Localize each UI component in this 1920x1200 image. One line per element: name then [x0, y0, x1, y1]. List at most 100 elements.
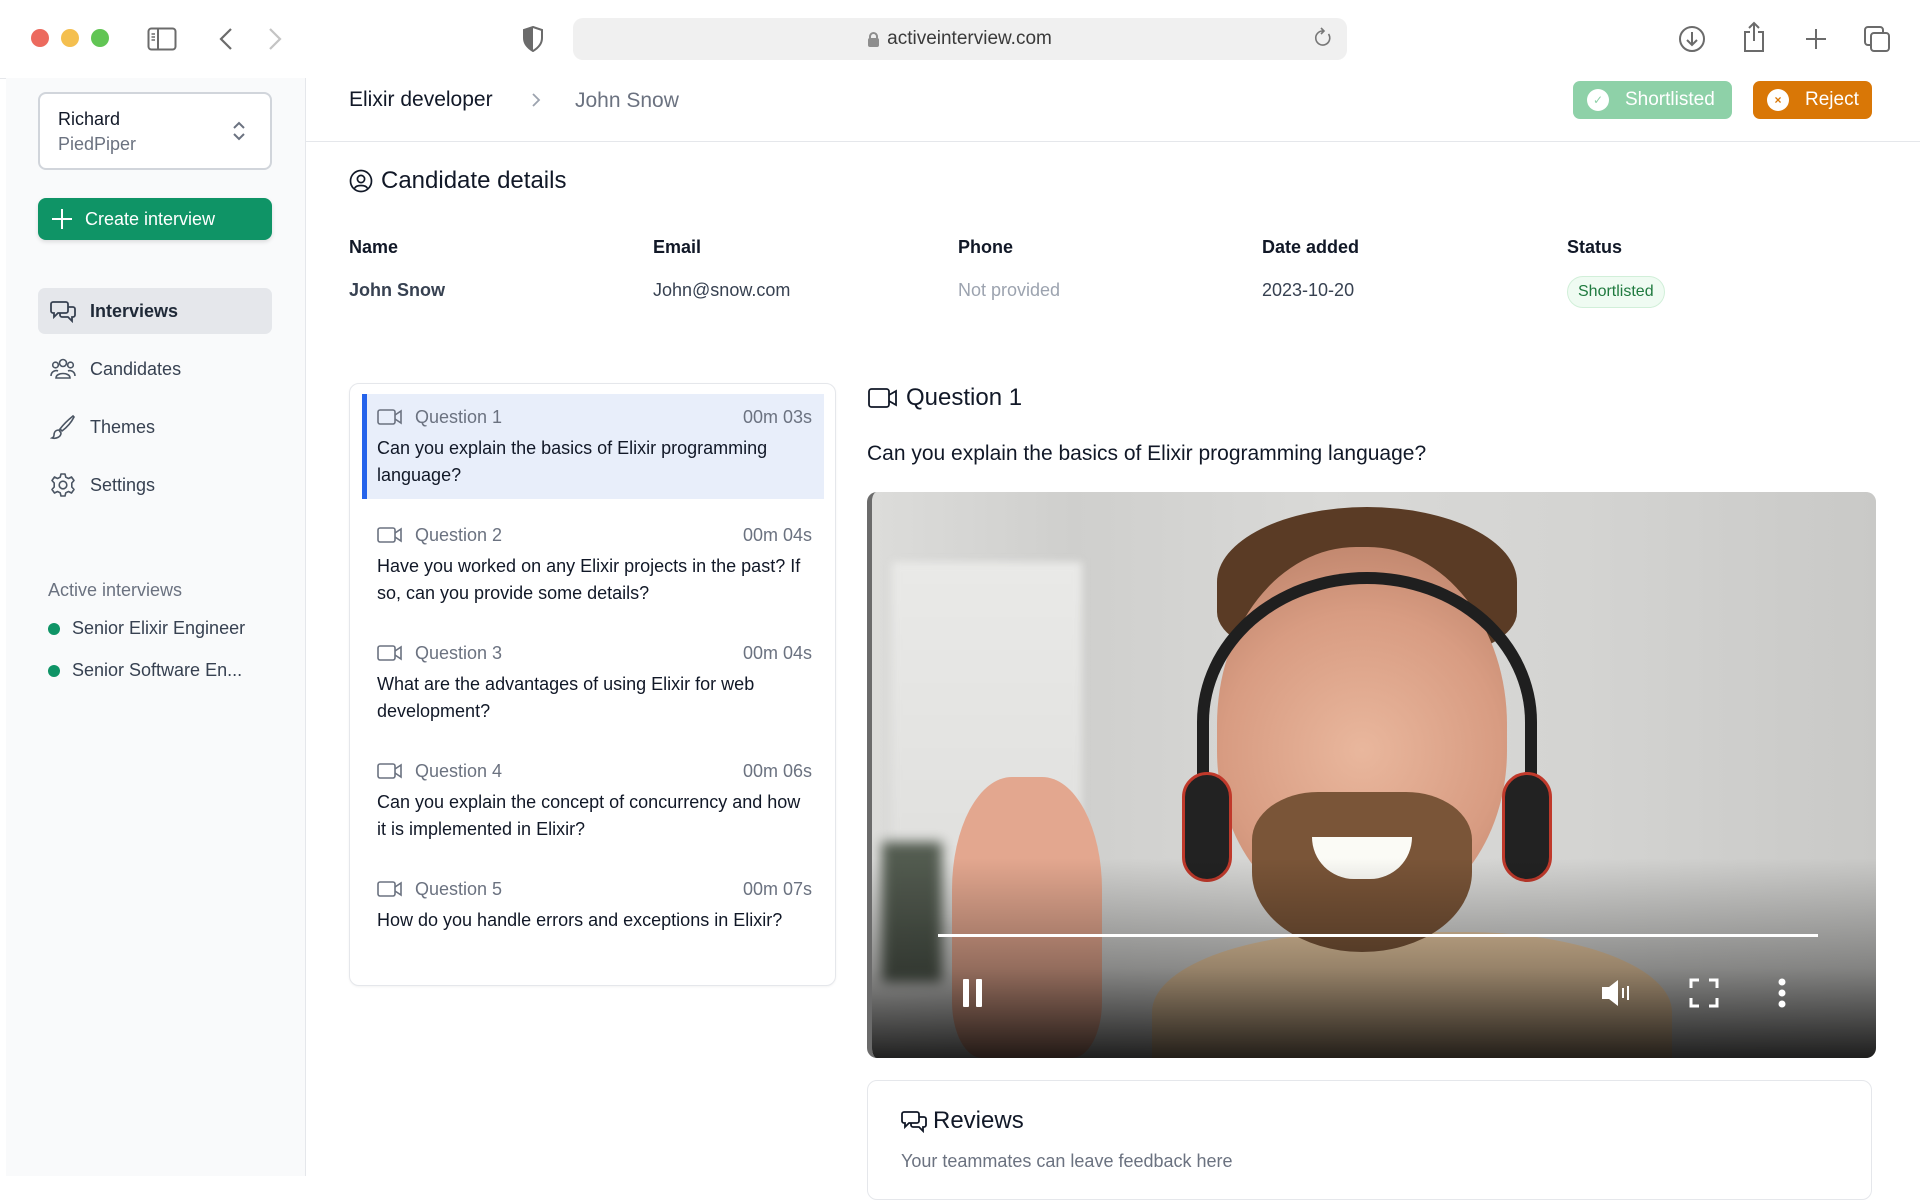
close-window-button[interactable]	[31, 29, 49, 47]
question-label: Question 1	[415, 406, 503, 427]
create-interview-button[interactable]: Create interview	[38, 198, 272, 240]
users-icon	[50, 356, 76, 382]
video-progress-fill	[938, 934, 1818, 937]
back-icon[interactable]	[214, 26, 238, 52]
question-detail-title: Question 1	[906, 384, 1023, 411]
active-interviews-heading: Active interviews	[48, 580, 183, 600]
column-header-phone: Phone	[958, 237, 1014, 257]
status-badge: Shortlisted	[1567, 276, 1665, 308]
pause-icon[interactable]	[958, 976, 988, 1010]
org-company-name: PiedPiper	[58, 134, 137, 154]
sidebar-item-themes[interactable]: Themes	[38, 404, 272, 450]
question-text: Can you explain the concept of concurren…	[377, 792, 801, 839]
status-dot	[48, 622, 60, 635]
more-options-icon[interactable]	[1772, 976, 1792, 1010]
video-subject-headset	[1197, 572, 1537, 872]
tab-overview-icon[interactable]	[1862, 24, 1892, 54]
reject-button[interactable]: × Reject	[1753, 81, 1872, 119]
question-list-item[interactable]: Question 4 00m 06s Can you explain the c…	[362, 748, 824, 853]
candidate-email: John@snow.com	[653, 280, 791, 300]
video-camera-icon	[868, 387, 898, 409]
share-icon[interactable]	[1741, 20, 1767, 54]
active-interview-label: Senior Elixir Engineer	[72, 618, 246, 638]
video-progress-bar[interactable]	[938, 934, 1818, 937]
sidebar-item-label: Settings	[90, 474, 156, 495]
video-camera-icon	[377, 880, 403, 898]
question-list-item[interactable]: Question 1 00m 03s Can you explain the b…	[362, 394, 824, 499]
reload-icon[interactable]	[1313, 27, 1333, 55]
user-circle-icon	[349, 169, 373, 193]
address-bar[interactable]: activeinterview.com	[573, 18, 1347, 60]
question-text: What are the advantages of using Elixir …	[377, 674, 755, 721]
zoom-window-button[interactable]	[91, 29, 109, 47]
question-detail-heading: Question 1	[868, 384, 1022, 412]
video-camera-icon	[377, 762, 403, 780]
sidebar-item-label: Interviews	[90, 300, 179, 321]
lock-icon	[868, 31, 880, 47]
chat-bubbles-icon	[901, 1109, 927, 1133]
candidate-details-title: Candidate details	[381, 167, 567, 194]
reviews-title: Reviews	[933, 1107, 1024, 1134]
chat-bubbles-icon	[50, 298, 76, 324]
candidate-phone: Not provided	[958, 280, 1061, 300]
sidebar-item-label: Candidates	[90, 358, 182, 379]
minimize-window-button[interactable]	[61, 29, 79, 47]
question-list-item[interactable]: Question 3 00m 04s What are the advantag…	[362, 630, 824, 735]
fullscreen-icon[interactable]	[1687, 976, 1721, 1010]
privacy-shield-icon[interactable]	[520, 25, 546, 53]
video-camera-icon	[377, 644, 403, 662]
active-interview-item[interactable]: Senior Elixir Engineer	[48, 618, 245, 639]
reviews-card: Reviews Your teammates can leave feedbac…	[867, 1080, 1872, 1200]
plus-icon	[52, 209, 72, 229]
question-duration: 00m 06s	[742, 760, 812, 781]
question-label: Question 5	[415, 878, 503, 899]
candidate-name: John Snow	[349, 280, 445, 300]
x-circle-icon: ×	[1767, 89, 1789, 111]
question-text: Can you explain the basics of Elixir pro…	[377, 438, 768, 485]
active-interview-item[interactable]: Senior Software En...	[48, 660, 242, 681]
video-controls-gradient	[872, 858, 1876, 1058]
question-label: Question 2	[415, 524, 503, 545]
volume-icon[interactable]	[1599, 976, 1639, 1010]
org-switcher[interactable]: Richard PiedPiper	[38, 92, 272, 170]
chevron-up-down-icon	[232, 120, 246, 147]
question-text: How do you handle errors and exceptions …	[377, 910, 783, 930]
candidate-details-heading: Candidate details	[349, 167, 566, 195]
video-camera-icon	[377, 526, 403, 544]
column-header-date-added: Date added	[1262, 237, 1360, 257]
sidebar-toggle-icon[interactable]	[146, 26, 178, 52]
new-tab-icon[interactable]	[1803, 26, 1829, 52]
question-list-item[interactable]: Question 5 00m 07s How do you handle err…	[362, 866, 824, 944]
download-icon[interactable]	[1677, 24, 1707, 54]
gear-icon	[50, 472, 76, 498]
check-circle-icon: ✓	[1587, 89, 1609, 111]
breadcrumb-candidate: John Snow	[575, 89, 679, 112]
reviews-heading: Reviews	[901, 1107, 1024, 1135]
question-duration: 00m 04s	[742, 524, 812, 545]
chevron-right-icon	[530, 90, 542, 115]
column-header-status: Status	[1567, 237, 1623, 257]
forward-icon[interactable]	[263, 26, 287, 52]
active-interview-label: Senior Software En...	[72, 660, 243, 680]
create-interview-label: Create interview	[85, 208, 216, 229]
paintbrush-icon	[50, 414, 76, 440]
sidebar-item-settings[interactable]: Settings	[38, 462, 272, 508]
sidebar-item-label: Themes	[90, 416, 156, 437]
column-header-name: Name	[349, 237, 399, 257]
url-text: activeinterview.com	[887, 28, 1052, 49]
header-divider	[306, 141, 1920, 142]
candidate-date-added: 2023-10-20	[1262, 280, 1355, 300]
question-detail-text: Can you explain the basics of Elixir pro…	[867, 442, 1427, 465]
sidebar-item-interviews[interactable]: Interviews	[38, 288, 272, 334]
question-label: Question 4	[415, 760, 503, 781]
column-header-email: Email	[653, 237, 702, 257]
sidebar: Richard PiedPiper Create interview Inter…	[6, 78, 306, 1176]
question-duration: 00m 03s	[742, 406, 812, 427]
question-list: Question 1 00m 03s Can you explain the b…	[349, 383, 836, 986]
shortlisted-button[interactable]: ✓ Shortlisted	[1573, 81, 1732, 119]
video-player[interactable]	[867, 492, 1876, 1058]
breadcrumb-interview[interactable]: Elixir developer	[349, 88, 493, 112]
video-camera-icon	[377, 408, 403, 426]
question-list-item[interactable]: Question 2 00m 04s Have you worked on an…	[362, 512, 824, 617]
sidebar-item-candidates[interactable]: Candidates	[38, 346, 272, 392]
